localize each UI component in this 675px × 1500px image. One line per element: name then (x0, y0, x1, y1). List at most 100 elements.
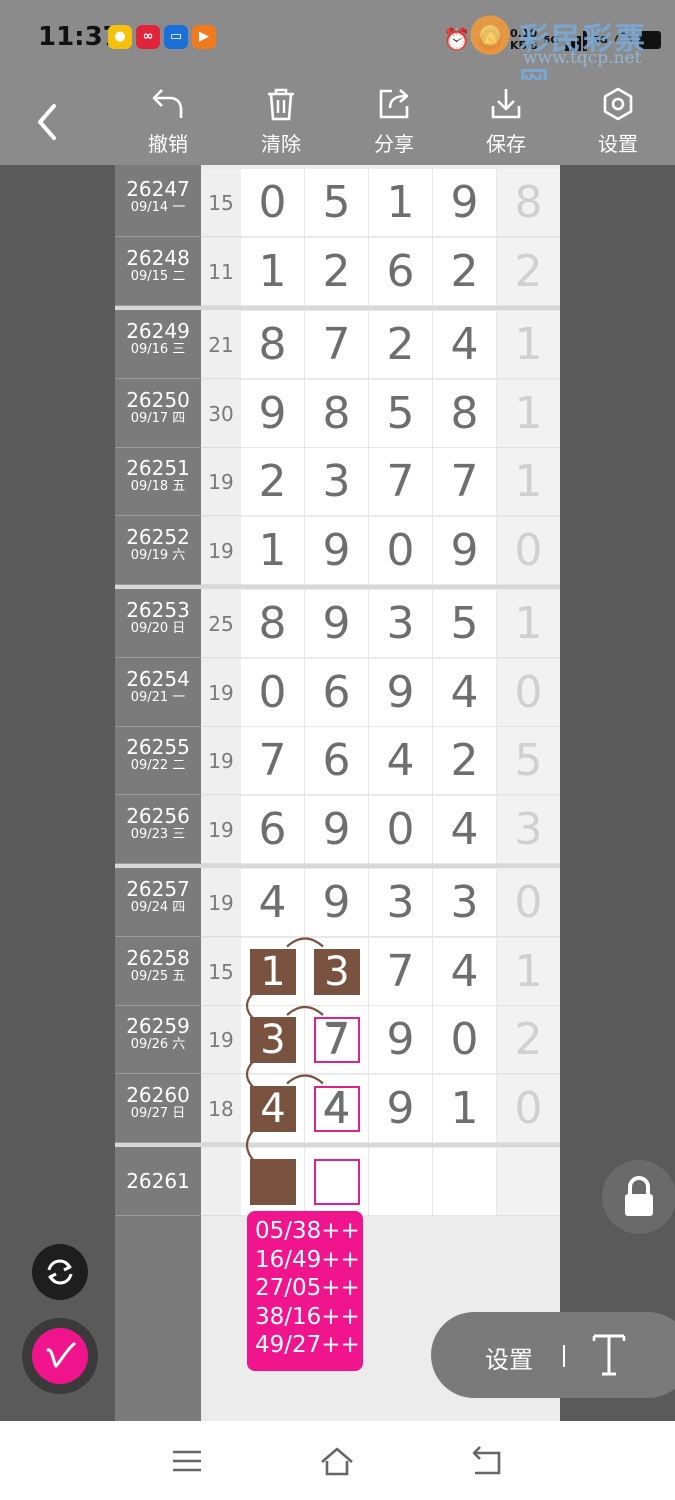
digit-cell[interactable]: 9 (241, 379, 305, 448)
digit-cell[interactable]: 3 (305, 448, 369, 516)
digit-cell[interactable] (369, 1148, 433, 1216)
lock-button[interactable] (602, 1160, 675, 1234)
issue-date: 09/22 二 (130, 758, 186, 773)
table-row[interactable]: 26250 09/17 四 30 9 8 5 8 1 (115, 379, 560, 448)
table-row[interactable]: 26254 09/21 一 19 0 6 9 4 0 (115, 658, 560, 727)
digit-cell[interactable]: 6 (241, 795, 305, 864)
digit-cell[interactable]: 9 (369, 1006, 433, 1074)
table-row[interactable]: 26247 09/14 一 15 0 5 1 9 8 (115, 169, 560, 237)
table-row[interactable]: 26253 09/20 日 25 8 9 3 5 1 (115, 590, 560, 658)
digit-cell[interactable]: 9 (305, 590, 369, 658)
digit-cell[interactable]: 4 (433, 311, 497, 379)
digit-cell[interactable]: 6 (305, 727, 369, 795)
refresh-button[interactable] (32, 1244, 88, 1300)
undo-label: 撤销 (148, 132, 188, 156)
table-row[interactable]: 26249 09/16 三 21 8 7 2 4 1 (115, 311, 560, 379)
digit-cell[interactable]: 8 (241, 590, 305, 658)
digit-cell[interactable] (433, 1148, 497, 1216)
back-button[interactable] (28, 100, 68, 144)
digit-cell[interactable]: 2 (305, 237, 369, 306)
watermark: 彩民彩票网 www.tqcp.net (467, 12, 667, 101)
digit-cell[interactable]: 2 (241, 448, 305, 516)
table-row[interactable]: 26251 09/18 五 19 2 3 7 7 1 (115, 448, 560, 516)
digit-cell[interactable]: 1 (241, 237, 305, 306)
digit-cells: 7642 (241, 727, 497, 795)
digit-cell[interactable]: 8 (433, 379, 497, 448)
framed-mark[interactable]: 7 (314, 1017, 360, 1063)
clear-button[interactable]: 清除 (241, 86, 321, 160)
filled-mark[interactable] (250, 1159, 296, 1205)
note-line: 27/05++ (255, 1275, 360, 1301)
digit-cell[interactable]: 3 (433, 869, 497, 937)
digit-cell[interactable]: 6 (305, 658, 369, 727)
filled-mark[interactable]: 3 (250, 1017, 296, 1063)
table-row[interactable]: 26257 09/24 四 19 4 9 3 3 0 (115, 869, 560, 937)
digit-cell[interactable]: 4 (433, 795, 497, 864)
framed-mark[interactable] (314, 1159, 360, 1205)
digit-cell[interactable]: 9 (433, 516, 497, 585)
menu-icon[interactable] (169, 1443, 205, 1479)
text-settings-label[interactable]: 设置 (485, 1340, 533, 1375)
digit-cell[interactable]: 0 (369, 795, 433, 864)
digit-cell[interactable]: 0 (241, 658, 305, 727)
digit-cell[interactable]: 5 (433, 590, 497, 658)
share-button[interactable]: 分享 (354, 86, 434, 160)
digit-cell[interactable]: 4 (241, 869, 305, 937)
watermark-logo (467, 12, 513, 58)
digit-cell[interactable]: 6 (369, 237, 433, 306)
digit-cell[interactable]: 0 (433, 1006, 497, 1074)
table-row[interactable]: 26252 09/19 六 19 1 9 0 9 0 (115, 516, 560, 585)
digit-cell[interactable]: 7 (433, 448, 497, 516)
back-icon[interactable] (469, 1443, 505, 1479)
chart-area[interactable]: 26247 09/14 一 15 0 5 1 9 8 26248 09/15 二 11 1 2 6 2 2 26… (0, 165, 675, 1421)
table-row[interactable]: 26248 09/15 二 11 1 2 6 2 2 (115, 237, 560, 306)
tail-digit-cell: 0 (497, 869, 560, 937)
digit-cell[interactable]: 4 (433, 937, 497, 1006)
text-settings-pill[interactable]: 设置 (431, 1312, 675, 1398)
digit-cell[interactable]: 3 (369, 590, 433, 658)
digit-cell[interactable]: 1 (369, 169, 433, 237)
sum-cell (201, 1148, 241, 1216)
digit-cell[interactable]: 2 (369, 311, 433, 379)
sum-cell: 30 (201, 379, 241, 448)
digit-cell[interactable]: 2 (433, 237, 497, 306)
filled-mark[interactable]: 4 (250, 1085, 296, 1132)
digit-cell[interactable]: 9 (369, 658, 433, 727)
digit-cell[interactable]: 2 (433, 727, 497, 795)
save-button[interactable]: 保存 (466, 86, 546, 160)
digit-cell[interactable]: 9 (433, 169, 497, 237)
digit-cell[interactable]: 0 (241, 169, 305, 237)
home-icon[interactable] (319, 1443, 355, 1479)
digit-cell[interactable]: 1 (241, 516, 305, 585)
undo-button[interactable]: 撤销 (128, 86, 208, 160)
digit-cell[interactable]: 8 (305, 379, 369, 448)
digit-cell[interactable]: 5 (369, 379, 433, 448)
digit-cell[interactable]: 0 (369, 516, 433, 585)
digit-cell[interactable]: 8 (241, 311, 305, 379)
note-line: 49/27++ (255, 1332, 360, 1358)
filled-mark[interactable]: 1 (250, 948, 296, 995)
digit-cell[interactable]: 4 (433, 658, 497, 727)
table-row[interactable]: 26255 09/22 二 19 7 6 4 2 5 (115, 727, 560, 795)
digit-cell[interactable]: 7 (241, 727, 305, 795)
digit-cell[interactable]: 7 (305, 311, 369, 379)
digit-cell[interactable]: 3 (369, 869, 433, 937)
digit-cell[interactable]: 4 (369, 727, 433, 795)
digit-cell[interactable]: 7 (369, 448, 433, 516)
framed-mark[interactable]: 4 (314, 1085, 360, 1132)
digit-cell[interactable]: 5 (305, 169, 369, 237)
digit-cell[interactable]: 9 (305, 516, 369, 585)
refresh-icon (47, 1259, 73, 1285)
digit-cell[interactable]: 9 (305, 869, 369, 937)
digit-cell[interactable]: 1 (433, 1074, 497, 1143)
note-box[interactable]: 05/38++ 16/49++ 27/05++ 38/16++ 49/27++ (247, 1211, 363, 1371)
digit-cell[interactable]: 9 (369, 1074, 433, 1143)
text-tool-icon[interactable] (591, 1332, 627, 1378)
pen-button[interactable] (32, 1328, 88, 1384)
issue-cell: 26251 09/18 五 (115, 448, 201, 516)
table-row[interactable]: 26256 09/23 三 19 6 9 0 4 3 (115, 795, 560, 864)
digit-cell[interactable]: 9 (305, 795, 369, 864)
settings-button[interactable]: 设置 (578, 86, 658, 160)
filled-mark[interactable]: 3 (314, 948, 360, 995)
digit-cell[interactable]: 7 (369, 937, 433, 1006)
